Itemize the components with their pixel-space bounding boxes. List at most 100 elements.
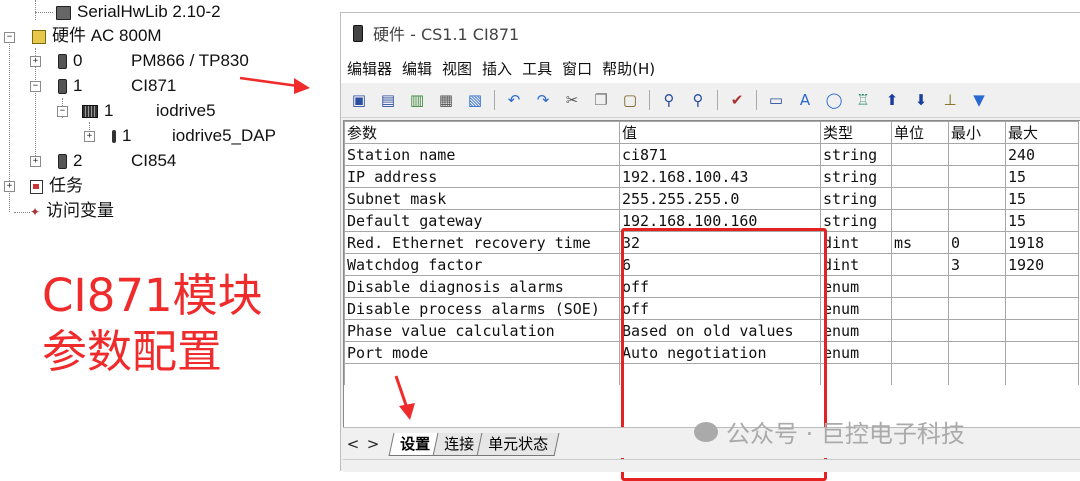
table-header: 参数 值 类型 单位 最小 最大 — [344, 121, 1079, 144]
parameter-table: 参数 值 类型 单位 最小 最大 Station name ci871 string… — [344, 121, 1079, 385]
menu-bar: 编辑器 编辑 视图 插入 工具 窗口 帮助(H) — [341, 53, 1080, 83]
menu-edit[interactable]: 编辑 — [402, 58, 432, 79]
expand-icon[interactable]: + — [30, 156, 41, 167]
find-icon[interactable]: ⚲ — [659, 90, 679, 110]
filter-icon[interactable]: ▼ — [969, 90, 989, 110]
param-value-cell[interactable]: 255.255.255.0 — [619, 187, 821, 210]
tab-next-button[interactable]: > — [363, 435, 383, 453]
tree-item-tasks[interactable]: 任务 — [30, 174, 83, 198]
column-header[interactable]: 值 — [619, 121, 821, 144]
download-icon[interactable]: ▥ — [407, 90, 427, 110]
param-value-cell[interactable]: 32 — [619, 231, 821, 254]
table-row[interactable]: Subnet mask 255.255.255.0 string 15 — [344, 187, 1079, 210]
ellipse-icon[interactable]: ◯ — [824, 90, 844, 110]
param-value-cell[interactable]: ci871 — [619, 143, 821, 166]
cut-icon[interactable]: ✂ — [562, 90, 582, 110]
font-icon[interactable]: A — [795, 90, 815, 110]
tree-item-hardware[interactable]: 硬件 AC 800M — [32, 24, 162, 48]
copy-icon[interactable]: ❐ — [591, 90, 611, 110]
param-unit-cell — [891, 275, 949, 298]
variable-icon: ✦ — [30, 205, 41, 219]
tree-item-pm866[interactable]: 0 PM866 / TP830 — [58, 49, 249, 73]
empty-cell — [619, 363, 821, 385]
param-name-cell: Disable diagnosis alarms — [344, 275, 620, 298]
print-preview-icon[interactable]: ▧ — [465, 90, 485, 110]
properties-icon[interactable]: ▭ — [766, 90, 786, 110]
table-row[interactable]: IP address 192.168.100.43 string 15 — [344, 165, 1079, 188]
print-icon[interactable]: ▦ — [436, 90, 456, 110]
undo-icon[interactable]: ↶ — [504, 90, 524, 110]
param-name-cell: Subnet mask — [344, 187, 620, 210]
toolbar-separator — [649, 90, 650, 110]
insert-icon[interactable]: ⊥ — [940, 90, 960, 110]
up-arrow-icon[interactable]: ⬆ — [882, 90, 902, 110]
tab-unit-status[interactable]: 单元状态 — [476, 433, 560, 456]
menu-view[interactable]: 视图 — [442, 58, 472, 79]
table-row[interactable]: Station name ci871 string 240 — [344, 143, 1079, 166]
param-value-cell[interactable]: off — [619, 297, 821, 320]
tree-item-access-vars[interactable]: ✦ 访问变量 — [30, 199, 114, 223]
collapse-icon[interactable]: − — [4, 32, 15, 43]
tree-item-iodrive5[interactable]: 1 iodrive5 — [82, 99, 216, 123]
tab-prev-button[interactable]: < — [343, 435, 363, 453]
save-icon[interactable]: ▤ — [378, 90, 398, 110]
task-icon — [30, 179, 43, 194]
find-replace-icon[interactable]: ⚲ — [688, 90, 708, 110]
param-min-cell — [948, 319, 1006, 342]
param-max-cell: 15 — [1005, 165, 1079, 188]
redo-icon[interactable]: ↷ — [533, 90, 553, 110]
column-header[interactable]: 最小 — [948, 121, 1006, 144]
param-value-cell[interactable]: Auto negotiation — [619, 341, 821, 364]
menu-help[interactable]: 帮助(H) — [602, 58, 655, 79]
expand-icon[interactable]: + — [4, 181, 15, 192]
param-name-cell: Red. Ethernet recovery time — [344, 231, 620, 254]
menu-window[interactable]: 窗口 — [562, 58, 592, 79]
column-header[interactable]: 参数 — [344, 121, 620, 144]
param-value-cell[interactable]: 192.168.100.43 — [619, 165, 821, 188]
paste-icon[interactable]: ▢ — [620, 90, 640, 110]
hardware-editor-window: 硬件 - CS1.1 CI871 编辑器 编辑 视图 插入 工具 窗口 帮助(H… — [340, 12, 1080, 481]
param-max-cell: 15 — [1005, 187, 1079, 210]
save-all-icon[interactable]: ▣ — [349, 90, 369, 110]
collapse-icon[interactable]: − — [57, 106, 68, 117]
collapse-icon[interactable]: − — [30, 81, 41, 92]
table-row[interactable]: Phase value calculation Based on old valu… — [344, 319, 1079, 342]
status-bar — [343, 459, 1080, 472]
param-value-cell[interactable]: 6 — [619, 253, 821, 276]
table-row[interactable]: Port mode Auto negotiation enum — [344, 341, 1079, 364]
table-row[interactable]: Disable diagnosis alarms off enum — [344, 275, 1079, 298]
param-name-cell: Watchdog factor — [344, 253, 620, 276]
param-value-cell[interactable]: Based on old values — [619, 319, 821, 342]
table-row[interactable]: Disable process alarms (SOE) off enum — [344, 297, 1079, 320]
tree-item-ci854[interactable]: 2 CI854 — [58, 149, 176, 173]
tree-item-ci871[interactable]: 1 CI871 — [58, 74, 176, 98]
menu-tools[interactable]: 工具 — [522, 58, 552, 79]
expand-icon[interactable]: + — [84, 131, 95, 142]
param-type-cell: enum — [820, 297, 892, 320]
table-row[interactable]: Default gateway 192.168.100.160 string 15 — [344, 209, 1079, 232]
param-value-cell[interactable]: 192.168.100.160 — [619, 209, 821, 232]
param-max-cell — [1005, 275, 1079, 298]
param-name-cell: Station name — [344, 143, 620, 166]
param-type-cell: enum — [820, 275, 892, 298]
param-type-cell: dint — [820, 253, 892, 276]
column-header[interactable]: 单位 — [891, 121, 949, 144]
check-icon[interactable]: ✔ — [727, 90, 747, 110]
expand-icon[interactable]: + — [30, 56, 41, 67]
dap-icon — [112, 130, 116, 144]
tree-item-serialhwlib[interactable]: SerialHwLib 2.10-2 — [56, 0, 221, 24]
table-row[interactable]: Watchdog factor 6 dint 3 1920 — [344, 253, 1079, 276]
down-arrow-icon[interactable]: ⬇ — [911, 90, 931, 110]
param-min-cell — [948, 209, 1006, 232]
table-row[interactable]: Red. Ethernet recovery time 32 dint ms 0 1918 — [344, 231, 1079, 254]
tree-icon[interactable]: ♖ — [853, 90, 873, 110]
menu-insert[interactable]: 插入 — [482, 58, 512, 79]
param-value-cell[interactable]: off — [619, 275, 821, 298]
menu-editor[interactable]: 编辑器 — [347, 58, 392, 79]
param-type-cell: string — [820, 143, 892, 166]
param-name-cell: Disable process alarms (SOE) — [344, 297, 620, 320]
column-header[interactable]: 类型 — [820, 121, 892, 144]
param-max-cell: 1920 — [1005, 253, 1079, 276]
tree-item-iodrive5-dap[interactable]: 1 iodrive5_DAP — [112, 124, 276, 148]
column-header[interactable]: 最大 — [1005, 121, 1079, 144]
